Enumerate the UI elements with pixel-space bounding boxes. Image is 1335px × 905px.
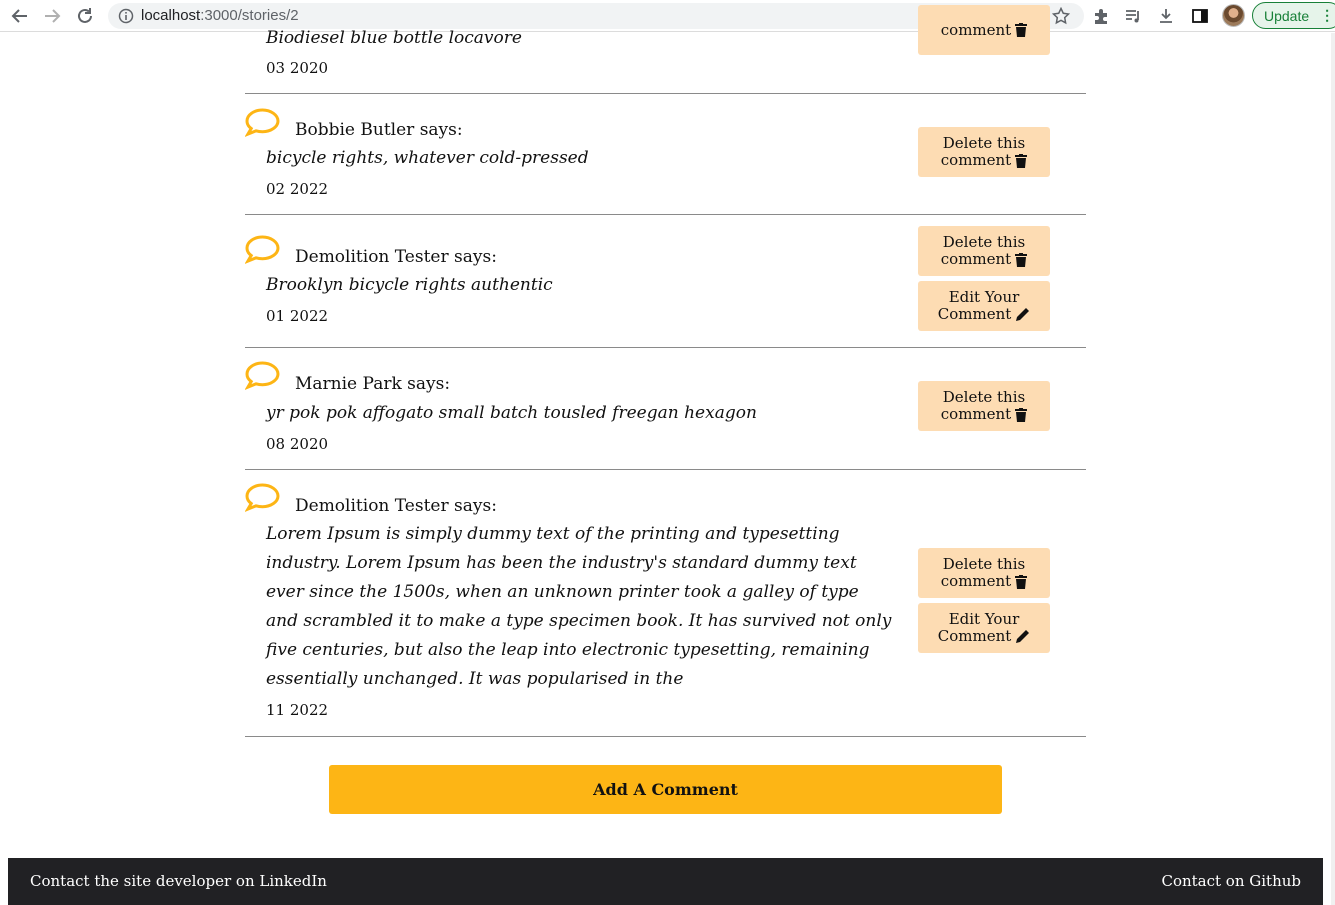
delete-comment-button[interactable]: Delete this comment	[918, 226, 1050, 276]
download-icon[interactable]	[1155, 5, 1177, 27]
reading-list-icon[interactable]	[1122, 5, 1144, 27]
browser-toolbar: localhost:3000/stories/2 Update ⋮	[0, 0, 1335, 32]
side-panel-icon[interactable]	[1189, 5, 1211, 27]
scrollbar[interactable]	[1331, 33, 1335, 905]
delete-label-line2: comment	[940, 405, 1012, 423]
speech-bubble-icon	[245, 361, 280, 390]
comment-item: Biodiesel blue bottle locavore 03 2020 c…	[245, 5, 1086, 94]
comment-item: Marnie Park says: yr pok pok affogato sm…	[245, 348, 1086, 470]
forward-icon[interactable]	[40, 4, 64, 28]
edit-comment-button[interactable]: Edit Your Comment	[918, 603, 1050, 653]
comment-date: 11 2022	[266, 701, 329, 719]
comment-body: Brooklyn bicycle rights authentic	[266, 275, 553, 295]
pencil-icon	[1016, 630, 1030, 643]
profile-avatar[interactable]	[1222, 4, 1245, 27]
delete-comment-button[interactable]: Delete this comment	[918, 381, 1050, 431]
url-host: localhost	[141, 7, 201, 24]
trash-icon	[1015, 153, 1028, 168]
delete-label-line2: comment	[940, 20, 1012, 39]
trash-icon	[1015, 407, 1028, 422]
site-footer: Contact the site developer on LinkedIn C…	[8, 858, 1323, 905]
edit-label-line1: Edit Your	[948, 610, 1020, 628]
delete-label-line1: Delete this	[942, 555, 1026, 573]
comment-item: Demolition Tester says: Lorem Ipsum is s…	[245, 470, 1086, 737]
speech-bubble-icon	[245, 108, 280, 137]
delete-comment-button[interactable]: Delete this comment	[918, 548, 1050, 598]
trash-icon	[1015, 574, 1028, 589]
comment-body: Biodiesel blue bottle locavore	[266, 28, 522, 48]
bookmark-star-icon[interactable]	[1050, 5, 1072, 27]
comment-body: bicycle rights, whatever cold-pressed	[266, 148, 589, 168]
delete-comment-button[interactable]: Delete this comment	[918, 127, 1050, 177]
comment-body: Lorem Ipsum is simply dummy text of the …	[266, 524, 892, 689]
back-icon[interactable]	[8, 4, 32, 28]
trash-icon	[1015, 252, 1028, 267]
extensions-icon[interactable]	[1090, 5, 1112, 27]
comment-author: Bobbie Butler says:	[295, 120, 463, 140]
delete-label-line1: Delete this	[942, 134, 1026, 152]
comment-date: 03 2020	[266, 59, 329, 77]
trash-icon	[1015, 23, 1028, 37]
reload-icon[interactable]	[73, 4, 97, 28]
delete-label-line2: comment	[940, 572, 1012, 590]
site-info-icon[interactable]	[118, 8, 134, 28]
comment-body: yr pok pok affogato small batch tousled …	[266, 403, 757, 423]
linkedin-link[interactable]: Contact the site developer on LinkedIn	[30, 872, 327, 890]
add-comment-button[interactable]: Add A Comment	[329, 765, 1002, 814]
comment-author: Demolition Tester says:	[295, 247, 497, 267]
delete-label-line2: comment	[940, 151, 1012, 169]
edit-label-line2: Comment	[937, 305, 1012, 323]
delete-comment-button[interactable]: comment	[918, 5, 1050, 55]
speech-bubble-icon	[245, 235, 280, 264]
comment-date: 01 2022	[266, 307, 329, 325]
comment-author: Demolition Tester says:	[295, 496, 497, 516]
comment-date: 08 2020	[266, 435, 329, 453]
update-button[interactable]: Update ⋮	[1252, 2, 1335, 29]
delete-label-line2: comment	[940, 250, 1012, 268]
comment-item: Demolition Tester says: Brooklyn bicycle…	[245, 215, 1086, 348]
url-text: localhost:3000/stories/2	[141, 7, 299, 24]
comment-item: Bobbie Butler says: bicycle rights, what…	[245, 94, 1086, 215]
edit-label-line2: Comment	[937, 627, 1012, 645]
pencil-icon	[1016, 308, 1030, 321]
delete-label-line1: Delete this	[942, 233, 1026, 251]
comment-author: Marnie Park says:	[295, 374, 451, 394]
url-path: :3000/stories/2	[200, 7, 299, 24]
comment-date: 02 2022	[266, 180, 329, 198]
github-link[interactable]: Contact on Github	[1161, 872, 1301, 890]
more-menu-icon[interactable]: ⋮	[1320, 7, 1334, 24]
edit-comment-button[interactable]: Edit Your Comment	[918, 281, 1050, 331]
edit-label-line1: Edit Your	[948, 288, 1020, 306]
delete-label-line1: Delete this	[942, 388, 1026, 406]
update-label: Update	[1264, 7, 1310, 24]
speech-bubble-icon	[245, 483, 280, 512]
